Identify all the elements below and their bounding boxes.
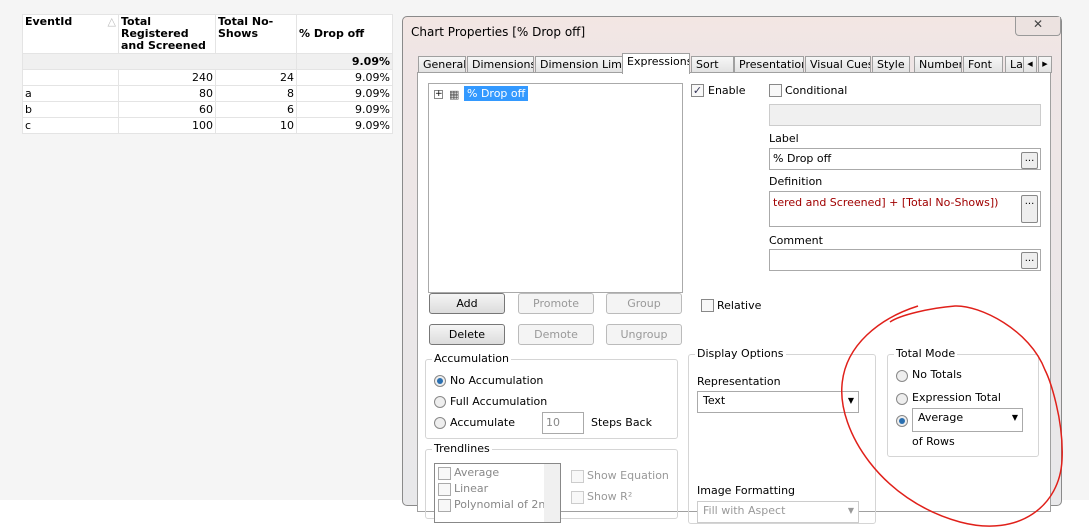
tab-style[interactable]: Style	[872, 56, 910, 73]
table-row: a 80 8 9.09%	[22, 85, 393, 102]
table-row: 240 24 9.09%	[22, 69, 393, 86]
comment-input[interactable]	[769, 249, 1041, 271]
conditional-label: Conditional	[785, 84, 848, 97]
comment-ellipsis-button[interactable]: ...	[1021, 252, 1038, 269]
relative-checkbox[interactable]	[701, 299, 714, 312]
label-ellipsis-button[interactable]: ...	[1021, 152, 1038, 169]
tab-dimension-limits[interactable]: Dimension Limits	[535, 56, 623, 73]
definition-ellipsis-button[interactable]: ...	[1021, 195, 1038, 223]
accumulation-group: Accumulation No Accumulation Full Accumu…	[425, 352, 678, 439]
display-options-group: Display Options Representation Text ▼ Ima…	[688, 347, 876, 524]
sort-icon: △	[107, 15, 116, 28]
tab-layout[interactable]: La	[1005, 56, 1025, 73]
group-button[interactable]: Group	[606, 293, 682, 314]
tab-visual-cues[interactable]: Visual Cues	[805, 56, 871, 73]
condition-input	[769, 104, 1041, 126]
chevron-down-icon: ▼	[847, 506, 854, 515]
promote-button[interactable]: Promote	[518, 293, 594, 314]
image-formatting-dropdown[interactable]: Fill with Aspect ▼	[697, 501, 859, 523]
chevron-down-icon: ▼	[1011, 413, 1018, 422]
expressions-panel: + ▦ % Drop off ✓ Enable Conditional Labe…	[417, 72, 1051, 524]
definition-caption: Definition	[769, 175, 823, 188]
steps-stepper[interactable]: 10	[542, 412, 584, 434]
comment-caption: Comment	[769, 234, 823, 247]
aggregation-dropdown[interactable]: Average ▼	[912, 408, 1023, 432]
total-mode-group: Total Mode No Totals Expression Total Av…	[887, 347, 1039, 457]
table-row: b 60 6 9.09%	[22, 101, 393, 118]
tab-scroll-right-icon[interactable]: ▶	[1038, 56, 1052, 73]
expression-total-radio[interactable]	[896, 393, 908, 405]
table-icon: ▦	[449, 88, 460, 101]
straight-table: EventId △ Total Registered and Screened T…	[22, 14, 393, 134]
header-eventid[interactable]: EventId △	[22, 14, 119, 54]
definition-input[interactable]: tered and Screened] + [Total No-Shows])	[769, 191, 1041, 227]
chevron-down-icon: ▼	[847, 396, 854, 405]
scrollbar[interactable]	[544, 464, 560, 522]
conditional-checkbox[interactable]	[769, 84, 782, 97]
trendlines-group: Trendlines Average Linear Polynomial of …	[425, 442, 678, 523]
tab-sort[interactable]: Sort	[691, 56, 734, 73]
demote-button[interactable]: Demote	[518, 324, 594, 345]
expression-tree: + ▦ % Drop off	[428, 83, 683, 293]
representation-dropdown[interactable]: Text ▼	[697, 391, 859, 413]
tab-scroll-left-icon[interactable]: ◀	[1023, 56, 1037, 73]
table-row: c 100 10 9.09%	[22, 117, 393, 134]
relative-label: Relative	[717, 299, 762, 312]
tab-dimensions[interactable]: Dimensions	[467, 56, 534, 73]
label-caption: Label	[769, 132, 799, 145]
full-accumulation-radio[interactable]	[434, 396, 446, 408]
add-button[interactable]: Add	[429, 293, 505, 314]
tab-general[interactable]: General	[418, 56, 466, 73]
header-noshows[interactable]: Total No-Shows	[215, 14, 297, 54]
tab-expressions[interactable]: Expressions	[622, 53, 690, 74]
expand-icon[interactable]: +	[434, 90, 443, 99]
label-input[interactable]: % Drop off	[769, 148, 1041, 170]
enable-label: Enable	[708, 84, 746, 97]
expression-item[interactable]: % Drop off	[464, 86, 529, 101]
accumulate-radio[interactable]	[434, 417, 446, 429]
dialog-title: Chart Properties [% Drop off]	[411, 25, 586, 39]
aggregation-radio[interactable]	[896, 415, 908, 427]
no-totals-radio[interactable]	[896, 370, 908, 382]
delete-button[interactable]: Delete	[429, 324, 505, 345]
enable-checkbox[interactable]: ✓	[691, 84, 704, 97]
trendlines-list[interactable]: Average Linear Polynomial of 2nd d	[434, 463, 561, 523]
chart-properties-dialog: Chart Properties [% Drop off] ✕ General …	[402, 16, 1062, 524]
tab-presentation[interactable]: Presentation	[734, 56, 804, 73]
total-cell: 9.09%	[296, 53, 393, 70]
close-button[interactable]: ✕	[1015, 17, 1061, 36]
header-registered[interactable]: Total Registered and Screened	[118, 14, 216, 54]
tab-font[interactable]: Font	[963, 56, 1003, 73]
header-dropoff[interactable]: % Drop off	[296, 14, 393, 54]
no-accumulation-radio[interactable]	[434, 375, 446, 387]
ungroup-button[interactable]: Ungroup	[606, 324, 682, 345]
tab-number[interactable]: Number	[914, 56, 962, 73]
